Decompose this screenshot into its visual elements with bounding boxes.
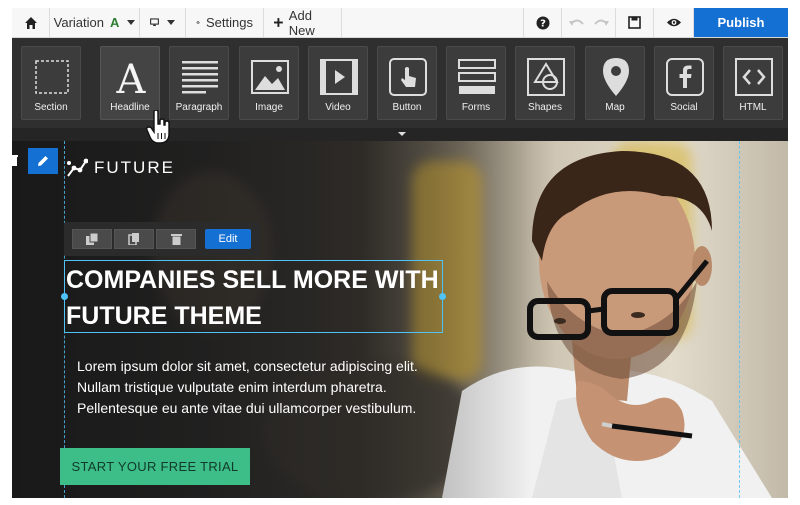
widget-forms[interactable]: Forms — [446, 46, 506, 120]
headline-line: FUTURE THEME — [66, 302, 262, 330]
eye-icon — [666, 18, 681, 27]
variation-label: Variation — [53, 15, 104, 30]
undo-redo-group — [562, 8, 616, 37]
publish-label: Publish — [717, 15, 765, 30]
device-preview-dropdown[interactable] — [140, 8, 186, 37]
paragraph-line: Pellentesque eu ante vitae dui ullamcorp… — [77, 400, 417, 416]
hero-paragraph[interactable]: Lorem ipsum dolor sit amet, consectetur … — [77, 356, 437, 419]
palette-collapse-bar[interactable] — [12, 128, 788, 141]
edit-label: Edit — [218, 233, 238, 245]
forms-icon — [457, 57, 497, 97]
widget-shapes[interactable]: Shapes — [515, 46, 575, 120]
logo-mark-icon — [67, 158, 88, 177]
hero-headline[interactable]: COMPANIES SELL MORE WITH FUTURE THEME — [66, 262, 446, 334]
widget-html[interactable]: HTML — [723, 46, 783, 120]
chevron-down-icon — [398, 132, 406, 136]
widget-label: Button — [392, 102, 422, 113]
widget-label: Forms — [461, 102, 491, 113]
save-button[interactable] — [616, 8, 654, 37]
widget-video[interactable]: Video — [308, 46, 368, 120]
widget-label: Social — [670, 102, 698, 113]
widget-map[interactable]: Map — [585, 46, 645, 120]
desktop-icon — [150, 18, 159, 27]
map-icon — [596, 57, 636, 97]
trash-icon[interactable] — [8, 154, 18, 166]
duplicate-button[interactable] — [72, 229, 112, 249]
headline-line: COMPANIES SELL MORE WITH — [66, 266, 439, 294]
variation-dropdown[interactable]: Variation A — [50, 8, 140, 37]
html-icon — [734, 57, 774, 97]
plus-icon — [274, 18, 283, 27]
pencil-icon — [38, 156, 48, 166]
settings-label: Settings — [206, 15, 253, 30]
svg-text:?: ? — [540, 18, 546, 29]
video-icon — [319, 57, 359, 97]
logo-text: FUTURE — [94, 158, 175, 177]
widget-button[interactable]: Button — [377, 46, 437, 120]
widget-label: Paragraph — [175, 102, 223, 113]
widget-label: HTML — [739, 102, 767, 113]
undo-icon[interactable] — [568, 18, 585, 28]
delete-button[interactable] — [156, 229, 196, 249]
page-builder: Variation A Settings Add New ? Publish S… — [0, 0, 800, 505]
brand-logo[interactable]: FUTURE — [66, 158, 175, 178]
widget-headline[interactable]: A Headline — [100, 46, 160, 120]
widget-label: Video — [325, 102, 351, 113]
section-icon — [32, 57, 72, 97]
widget-label: Image — [255, 102, 283, 113]
widget-label: Shapes — [528, 102, 562, 113]
svg-text:A: A — [116, 57, 147, 97]
top-toolbar: Variation A Settings Add New ? Publish — [12, 8, 788, 38]
widget-label: Section — [34, 102, 68, 113]
widget-image[interactable]: Image — [239, 46, 299, 120]
guide-line-right — [739, 141, 740, 498]
start-free-trial-button[interactable]: START YOUR FREE TRIAL — [60, 448, 250, 485]
redo-icon[interactable] — [593, 18, 609, 28]
edit-button[interactable]: Edit — [205, 229, 251, 249]
widget-social[interactable]: Social — [654, 46, 714, 120]
save-icon — [628, 16, 641, 29]
image-icon — [250, 57, 290, 97]
cta-label: START YOUR FREE TRIAL — [71, 459, 239, 474]
widget-palette: Section A Headline Paragraph Image Video — [12, 38, 788, 128]
home-button[interactable] — [12, 8, 50, 37]
widget-section[interactable]: Section — [21, 46, 81, 120]
toolbar-spacer — [342, 8, 524, 37]
help-icon: ? — [536, 16, 549, 29]
widget-paragraph[interactable]: Paragraph — [169, 46, 229, 120]
edit-section-button[interactable] — [28, 148, 58, 174]
preview-button[interactable] — [654, 8, 694, 37]
help-button[interactable]: ? — [524, 8, 562, 37]
paragraph-icon — [180, 57, 220, 97]
button-icon — [388, 57, 428, 97]
variation-letter: A — [109, 15, 120, 30]
chevron-down-icon — [127, 20, 136, 25]
home-icon — [24, 16, 37, 29]
shapes-icon — [526, 57, 566, 97]
chevron-down-icon — [167, 20, 175, 25]
settings-button[interactable]: Settings — [186, 8, 264, 37]
hand-cursor-icon — [146, 110, 170, 144]
add-new-label: Add New — [288, 7, 315, 38]
trash-icon — [170, 234, 182, 245]
headline-icon: A — [111, 57, 151, 97]
copy-button[interactable] — [114, 229, 154, 249]
paragraph-line: Nullam tristique vulputate enim interdum… — [77, 379, 387, 395]
widget-label: Map — [605, 102, 625, 113]
add-new-button[interactable]: Add New — [264, 7, 342, 38]
element-toolbar: Edit — [64, 222, 260, 256]
gear-icon — [196, 21, 200, 24]
duplicate-icon — [86, 233, 98, 245]
copy-icon — [128, 233, 139, 245]
paragraph-line: Lorem ipsum dolor sit amet, consectetur … — [77, 358, 418, 374]
social-icon — [665, 57, 705, 97]
publish-button[interactable]: Publish — [694, 8, 788, 37]
